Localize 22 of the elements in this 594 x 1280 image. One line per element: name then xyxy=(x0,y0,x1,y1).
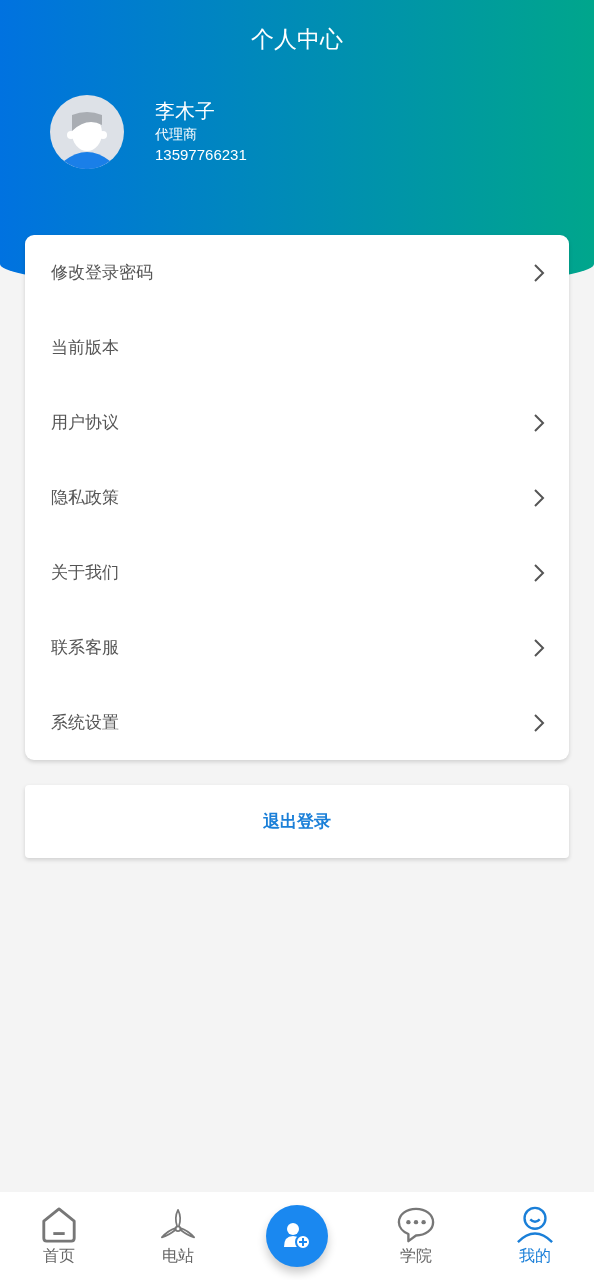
menu-item[interactable]: 当前版本 xyxy=(25,310,569,385)
person-icon xyxy=(515,1206,554,1244)
page-title: 个人中心 xyxy=(251,25,343,54)
menu-item[interactable]: 关于我们 xyxy=(25,535,569,610)
user-role: 代理商 xyxy=(155,125,198,144)
phone-number: 13597766231 xyxy=(155,145,247,165)
menu-item[interactable]: 隐私政策 xyxy=(25,460,569,535)
nav-tab[interactable]: 学院 xyxy=(396,1192,435,1280)
menu-item[interactable]: 系统设置 xyxy=(25,685,569,760)
avatar-icon xyxy=(50,95,124,169)
add-user-icon xyxy=(282,1221,312,1251)
home-icon xyxy=(40,1206,79,1244)
nav-tab[interactable]: 电站 xyxy=(159,1192,198,1280)
logout-button[interactable]: 退出登录 xyxy=(25,785,569,858)
menu-item[interactable]: 用户协议 xyxy=(25,385,569,460)
menu-item[interactable]: 联系客服 xyxy=(25,610,569,685)
user-name: 李木子 xyxy=(155,98,216,124)
nav-tab[interactable]: 我的 xyxy=(515,1192,554,1280)
menu-item[interactable]: 修改登录密码 xyxy=(25,235,569,310)
nav-tab[interactable]: 首页 xyxy=(40,1192,79,1280)
chat-bubble-icon xyxy=(396,1206,435,1244)
add-user-button[interactable] xyxy=(266,1205,328,1267)
